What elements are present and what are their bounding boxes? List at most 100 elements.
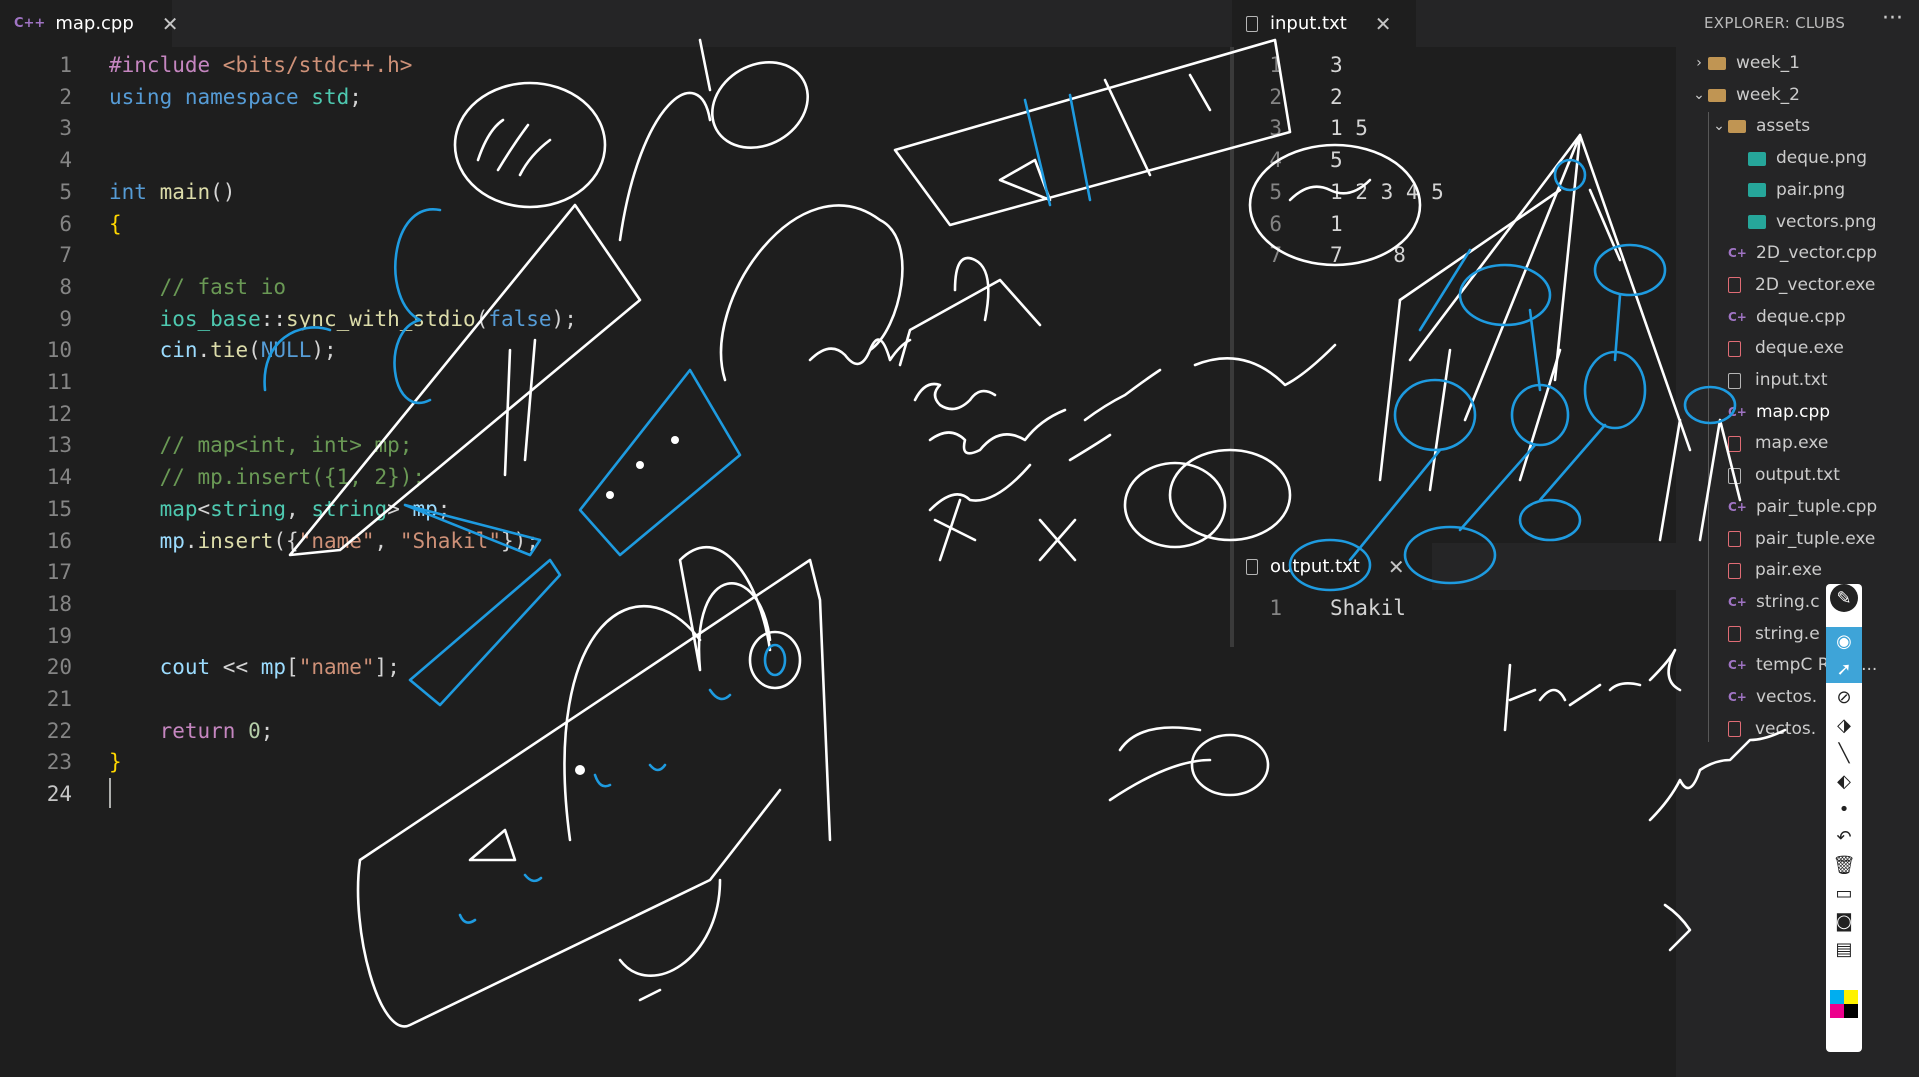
tree-item-vectos[interactable]: C+ vectos. [1728, 682, 1817, 713]
code-editor[interactable]: 1 #include <bits/stdc++.h> 2 using namespac… [0, 47, 1232, 1077]
lasso-tool-icon[interactable]: ⊘ [1826, 683, 1862, 711]
line-number: 2 [59, 84, 72, 109]
image-file-icon [1748, 183, 1766, 198]
more-actions-icon[interactable]: ··· [1882, 6, 1903, 31]
code-token: <bits/stdc++.h> [222, 53, 413, 77]
code-token: // fast io [109, 274, 287, 299]
chevron-down-icon[interactable]: ⌄ [1710, 111, 1728, 142]
code-token: ios_base [109, 306, 261, 331]
tree-item-2d-vector-exe[interactable]: 2D_vector.exe [1728, 270, 1875, 301]
tab-output-txt[interactable]: output.txt ✕ [1232, 543, 1432, 590]
whiteboard-icon[interactable]: ▭ [1826, 879, 1862, 907]
line-number: 23 [46, 750, 72, 775]
close-icon[interactable]: ✕ [162, 12, 179, 36]
chevron-right-icon[interactable]: › [1690, 48, 1708, 79]
line-number: 11 [46, 370, 72, 394]
split-divider[interactable] [1230, 47, 1234, 647]
select-tool-icon[interactable]: ➚ [1826, 655, 1862, 683]
image-file-icon [1748, 215, 1766, 229]
tree-item-deque-cpp[interactable]: C+ deque.cpp [1728, 302, 1846, 333]
tree-item-label: deque.cpp [1756, 306, 1846, 327]
tree-item-2d-vector-cpp[interactable]: C+ 2D_vector.cpp [1728, 238, 1877, 269]
code-token: ; [437, 496, 451, 521]
text-line: 61 [1252, 208, 1652, 240]
tree-item-label: assets [1756, 116, 1811, 137]
code-line: 13 // map<int, int> mp; [0, 429, 1200, 461]
code-token: 0 [248, 718, 261, 743]
tree-item-output-txt[interactable]: output.txt [1728, 460, 1840, 491]
code-token: } [109, 750, 122, 775]
color-palette-icon[interactable] [1830, 990, 1858, 1018]
tree-item-week-1[interactable]: › week_1 [1690, 48, 1800, 79]
tree-item-input-txt[interactable]: input.txt [1728, 365, 1828, 396]
editor-tab-bar: C++ map.cpp ✕ [0, 0, 1232, 47]
code-token: ); [311, 338, 337, 363]
code-text: // fast io [109, 271, 286, 303]
folder-icon [1708, 88, 1726, 102]
code-token: mp [109, 528, 185, 553]
tree-item-label: pair.png [1776, 179, 1846, 200]
tree-item-vectors-png[interactable]: vectors.png [1748, 207, 1877, 238]
tree-item-label: input.txt [1755, 370, 1828, 390]
eraser-area-tool-icon[interactable]: ⬗ [1826, 711, 1862, 739]
line-number: 1 [59, 53, 72, 77]
line-number: 9 [59, 306, 72, 331]
eraser-tool-icon[interactable]: ⬖ [1826, 767, 1862, 795]
line-number: 13 [46, 433, 72, 458]
tree-item-pair-exe[interactable]: pair.exe [1728, 555, 1822, 586]
code-token: ({ [273, 528, 299, 553]
line-tool-icon[interactable]: ╲ [1826, 739, 1862, 767]
line-number: 6 [59, 211, 72, 236]
clipboard-icon[interactable]: ▤ [1826, 935, 1862, 963]
pen-tool-icon[interactable]: ✎ [1830, 584, 1858, 612]
tree-item-pair-png[interactable]: pair.png [1748, 175, 1845, 206]
cpp-file-icon: C++ [14, 16, 46, 31]
close-icon[interactable]: ✕ [1388, 555, 1405, 579]
line-number: 5 [59, 179, 72, 204]
tree-item-vectos[interactable]: vectos. [1728, 714, 1816, 745]
tree-item-label: 2D_vector.cpp [1756, 243, 1878, 264]
highlighter-tool-icon[interactable]: ◉ [1826, 627, 1862, 655]
line-number: 16 [46, 528, 72, 553]
code-line: 17 [0, 556, 1200, 588]
undo-icon[interactable]: ↶ [1826, 823, 1862, 851]
cpp-file-icon: C+ [1728, 658, 1747, 673]
tab-map-cpp[interactable]: C++ map.cpp ✕ [0, 0, 179, 47]
tree-item-week-2[interactable]: ⌄ week_2 [1690, 80, 1800, 111]
tree-item-assets[interactable]: ⌄ assets [1710, 111, 1810, 142]
tree-item-string-e[interactable]: string.e [1728, 619, 1820, 650]
tree-item-label: vectos. [1756, 687, 1818, 707]
code-text: map<string, string> mp; [109, 493, 451, 525]
input-pane[interactable]: 132231 54551 2 3 4 56177 8 [1232, 47, 1676, 543]
code-token: , [374, 528, 400, 553]
tree-item-label: week_1 [1736, 53, 1800, 73]
dot-size-icon[interactable]: • [1826, 795, 1862, 823]
delete-icon[interactable]: 🗑 [1826, 851, 1862, 879]
code-line: 19 [0, 620, 1200, 652]
tree-item-label: pair_tuple.exe [1755, 528, 1876, 549]
output-pane[interactable]: 1 Shakil [1232, 590, 1676, 1077]
code-line: 9 ios_base::sync_with_stdio(false); [0, 303, 1200, 335]
tree-item-pair-tuple-cpp[interactable]: C+ pair_tuple.cpp [1728, 492, 1877, 523]
exe-file-icon [1728, 721, 1741, 738]
tab-input-txt[interactable]: input.txt ✕ [1232, 0, 1416, 47]
chevron-down-icon[interactable]: ⌄ [1690, 80, 1708, 111]
line-number: 14 [46, 465, 72, 490]
code-token: #include [109, 53, 223, 77]
tree-item-deque-png[interactable]: deque.png [1748, 143, 1867, 174]
line-number: 3 [59, 116, 72, 141]
tree-item-string-c[interactable]: C+ string.c [1728, 587, 1820, 618]
tree-item-map-exe[interactable]: map.exe [1728, 428, 1828, 459]
close-icon[interactable]: ✕ [1375, 12, 1392, 36]
tree-item-map-cpp[interactable]: C+ map.cpp [1728, 397, 1830, 428]
screenshot-icon[interactable]: ◙ [1826, 907, 1862, 935]
code-token: :: [260, 306, 287, 331]
code-token: "name" [298, 528, 375, 553]
line-text: 1 [1330, 211, 1343, 236]
code-token: "Shakil" [399, 528, 501, 553]
tree-item-deque-exe[interactable]: deque.exe [1728, 333, 1844, 364]
code-token: ); [551, 306, 577, 331]
line-number: 5 [1269, 179, 1282, 204]
tree-item-pair-tuple-exe[interactable]: pair_tuple.exe [1728, 524, 1875, 555]
code-text: int main() [109, 176, 235, 208]
